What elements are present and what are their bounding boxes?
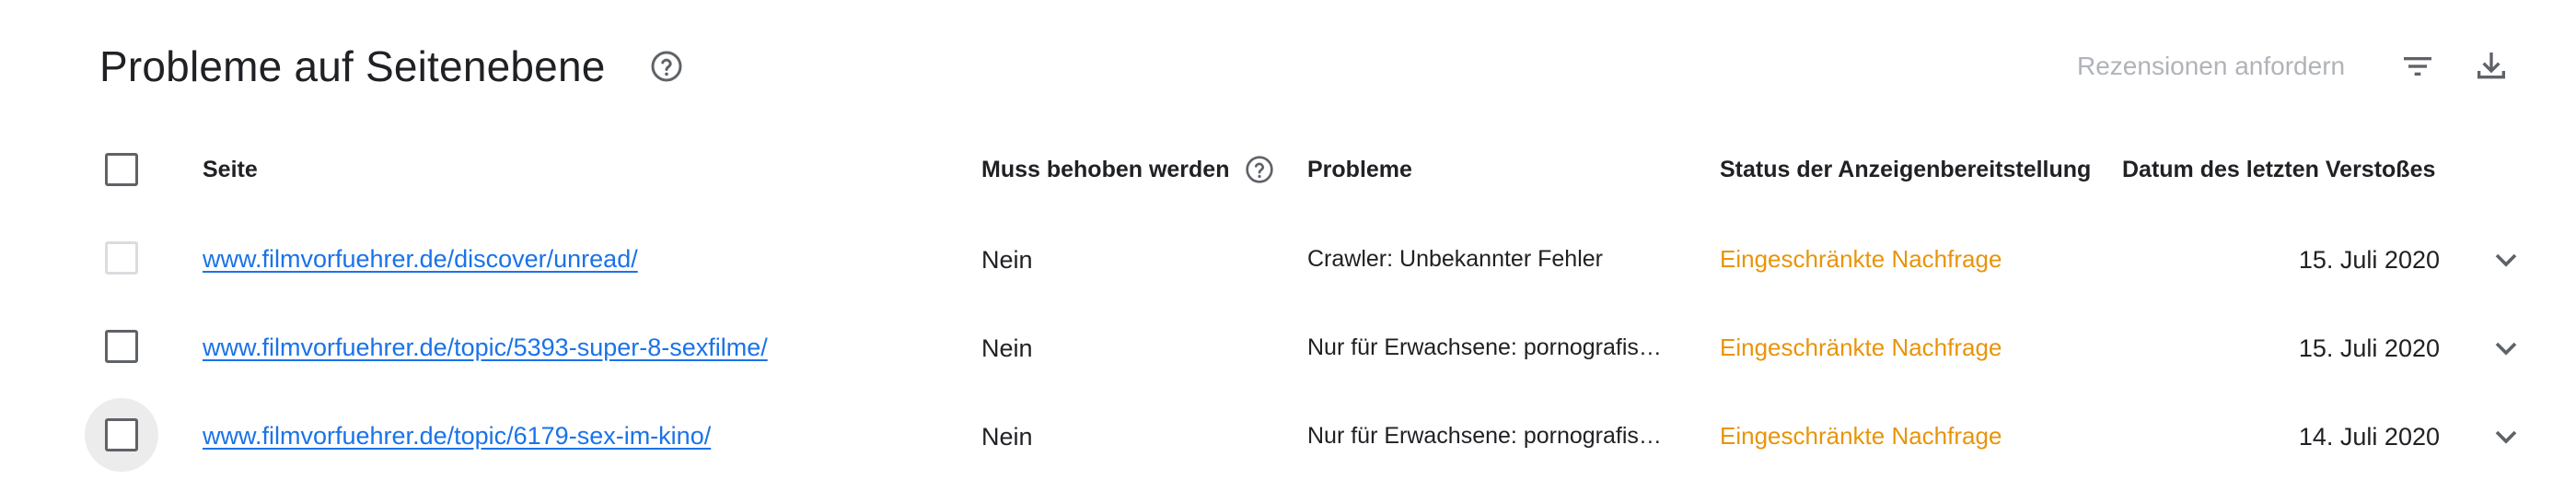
chevron-down-icon[interactable]: [2488, 418, 2524, 455]
select-all-checkbox[interactable]: [105, 153, 138, 186]
last-violation-date: 15. Juli 2020: [2298, 334, 2440, 362]
column-header-seite[interactable]: Seite: [203, 155, 258, 184]
issue-description: Nur für Erwachsene: pornografis…: [1307, 334, 1662, 360]
help-icon[interactable]: [1245, 155, 1274, 184]
page-url-link[interactable]: www.filmvorfuehrer.de/discover/unread/: [203, 242, 638, 275]
request-review-button[interactable]: Rezensionen anfordern: [2077, 50, 2345, 83]
row-checkbox[interactable]: [105, 330, 138, 363]
column-header-status[interactable]: Status der Anzeigenbereitstellung: [1720, 155, 2091, 184]
must-fix-value: Nein: [981, 334, 1033, 362]
download-button[interactable]: [2469, 44, 2513, 88]
page-level-issues-panel: Probleme auf Seitenebene Rezensionen anf…: [0, 0, 2576, 492]
page-url-link[interactable]: www.filmvorfuehrer.de/topic/6179-sex-im-…: [203, 419, 711, 452]
ad-serving-status: Eingeschränkte Nachfrage: [1720, 334, 2002, 361]
issue-description: Nur für Erwachsene: pornografis…: [1307, 423, 1662, 449]
column-header-muss-behoben[interactable]: Muss behoben werden: [981, 155, 1229, 184]
page-url-link[interactable]: www.filmvorfuehrer.de/topic/5393-super-8…: [203, 331, 768, 364]
last-violation-date: 14. Juli 2020: [2298, 423, 2440, 451]
issue-description: Crawler: Unbekannter Fehler: [1307, 246, 1603, 272]
download-icon: [2477, 53, 2505, 79]
row-checkbox[interactable]: [105, 418, 138, 451]
filter-list-icon: [2404, 57, 2431, 76]
chevron-down-icon[interactable]: [2488, 330, 2524, 367]
ad-serving-status: Eingeschränkte Nachfrage: [1720, 245, 2002, 273]
ad-serving-status: Eingeschränkte Nachfrage: [1720, 422, 2002, 450]
help-icon[interactable]: [650, 50, 683, 83]
column-header-datum[interactable]: Datum des letzten Verstoßes: [2122, 155, 2435, 184]
row-checkbox: [105, 241, 138, 275]
must-fix-value: Nein: [981, 246, 1033, 274]
must-fix-value: Nein: [981, 423, 1033, 451]
chevron-down-icon[interactable]: [2488, 241, 2524, 278]
last-violation-date: 15. Juli 2020: [2298, 246, 2440, 274]
filter-button[interactable]: [2396, 44, 2440, 88]
column-header-probleme[interactable]: Probleme: [1307, 155, 1412, 184]
page-title: Probleme auf Seitenebene: [99, 42, 606, 90]
